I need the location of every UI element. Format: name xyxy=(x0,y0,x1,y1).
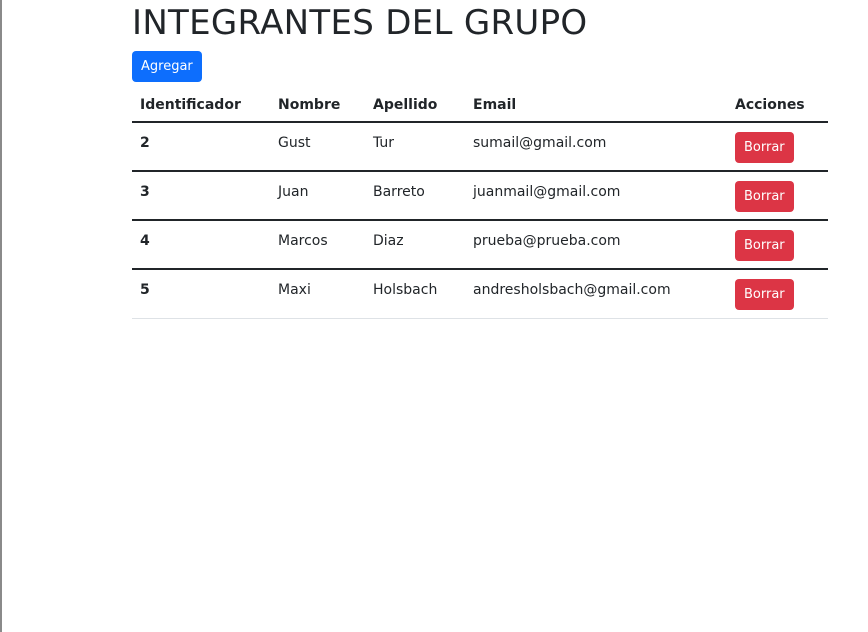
header-email: Email xyxy=(465,88,727,123)
table-row: 2 Gust Tur sumail@gmail.com Borrar xyxy=(132,122,828,172)
cell-email: juanmail@gmail.com xyxy=(465,171,727,221)
table-body: 2 Gust Tur sumail@gmail.com Borrar 3 Jua… xyxy=(132,122,828,319)
table-header-row: Identificador Nombre Apellido Email Acci… xyxy=(132,88,828,123)
members-table: Identificador Nombre Apellido Email Acci… xyxy=(132,88,828,319)
cell-nombre: Gust xyxy=(270,122,365,172)
cell-nombre: Maxi xyxy=(270,269,365,319)
header-apellido: Apellido xyxy=(365,88,465,123)
cell-acciones: Borrar xyxy=(727,269,828,319)
cell-id: 2 xyxy=(132,122,270,172)
header-acciones: Acciones xyxy=(727,88,828,123)
table-row: 4 Marcos Diaz prueba@prueba.com Borrar xyxy=(132,220,828,270)
delete-button[interactable]: Borrar xyxy=(735,230,794,261)
cell-apellido: Diaz xyxy=(365,220,465,270)
cell-id: 4 xyxy=(132,220,270,270)
cell-acciones: Borrar xyxy=(727,171,828,221)
table-row: 5 Maxi Holsbach andresholsbach@gmail.com… xyxy=(132,269,828,319)
cell-nombre: Marcos xyxy=(270,220,365,270)
cell-nombre: Juan xyxy=(270,171,365,221)
table-row: 3 Juan Barreto juanmail@gmail.com Borrar xyxy=(132,171,828,221)
page-title: INTEGRANTES DEL GRUPO xyxy=(132,3,588,43)
table-header: Identificador Nombre Apellido Email Acci… xyxy=(132,88,828,123)
cell-email: prueba@prueba.com xyxy=(465,220,727,270)
header-identificador: Identificador xyxy=(132,88,270,123)
cell-email: andresholsbach@gmail.com xyxy=(465,269,727,319)
cell-apellido: Holsbach xyxy=(365,269,465,319)
delete-button[interactable]: Borrar xyxy=(735,181,794,212)
cell-id: 3 xyxy=(132,171,270,221)
cell-acciones: Borrar xyxy=(727,122,828,172)
cell-apellido: Barreto xyxy=(365,171,465,221)
cell-acciones: Borrar xyxy=(727,220,828,270)
delete-button[interactable]: Borrar xyxy=(735,132,794,163)
cell-email: sumail@gmail.com xyxy=(465,122,727,172)
window-left-border xyxy=(0,0,2,632)
header-nombre: Nombre xyxy=(270,88,365,123)
main-container: INTEGRANTES DEL GRUPO Agregar Identifica… xyxy=(132,0,828,319)
cell-apellido: Tur xyxy=(365,122,465,172)
cell-id: 5 xyxy=(132,269,270,319)
add-button[interactable]: Agregar xyxy=(132,51,202,82)
delete-button[interactable]: Borrar xyxy=(735,279,794,310)
